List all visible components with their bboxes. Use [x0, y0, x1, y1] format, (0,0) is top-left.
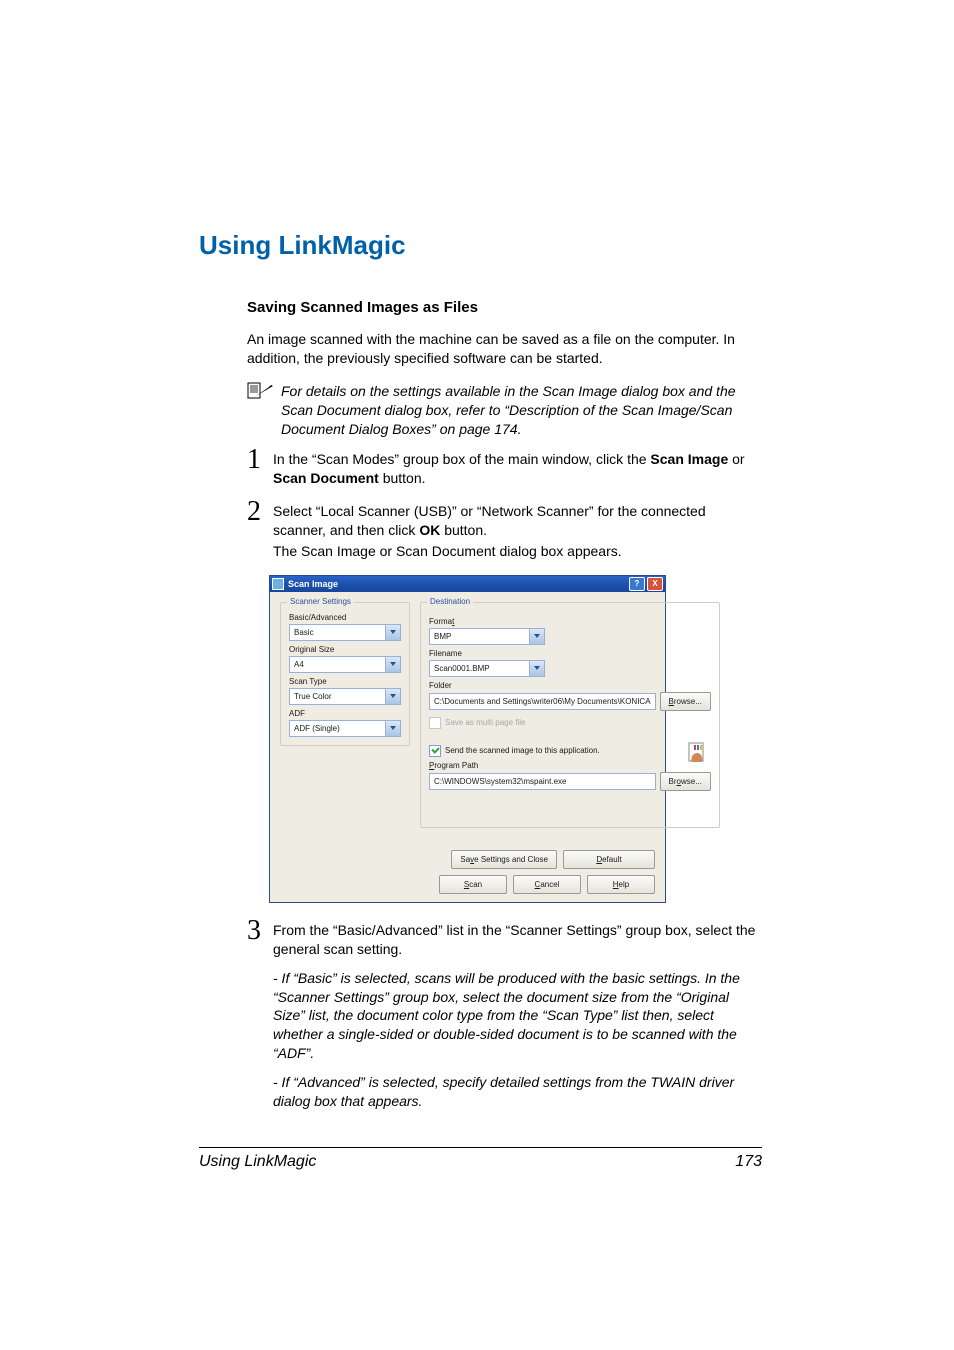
label-basic-advanced: Basic/Advanced [289, 613, 401, 622]
scan-type-combo[interactable]: True Color [289, 688, 401, 705]
dialog-close-button[interactable]: X [647, 577, 663, 591]
note: For details on the settings available in… [247, 382, 762, 439]
scanner-settings-group: Scanner Settings Basic/Advanced Basic Or… [280, 602, 410, 746]
chevron-down-icon [529, 661, 544, 676]
basic-advanced-combo[interactable]: Basic [289, 624, 401, 641]
label-folder: Folder [429, 681, 711, 690]
chevron-down-icon [385, 657, 400, 672]
label-scan-type: Scan Type [289, 677, 401, 686]
italic-text: - If “Basic” is selected, scans will be … [273, 969, 762, 1063]
combo-value: Scan0001.BMP [434, 664, 529, 673]
adf-combo[interactable]: ADF (Single) [289, 720, 401, 737]
combo-value: True Color [294, 692, 385, 701]
chevron-down-icon [529, 629, 544, 644]
step-2: 2 Select “Local Scanner (USB)” or “Netwo… [247, 502, 762, 563]
chevron-down-icon [385, 689, 400, 704]
dialog-help-button[interactable]: ? [629, 577, 645, 591]
program-path-input[interactable]: C:\WINDOWS\system32\mspaint.exe [429, 773, 656, 790]
help-button[interactable]: Help [587, 875, 655, 894]
page-heading: Using LinkMagic [199, 230, 762, 261]
page-number: 173 [735, 1153, 762, 1171]
note-text: For details on the settings available in… [279, 382, 762, 439]
browse-program-button[interactable]: Browse... [660, 772, 711, 791]
label-original-size: Original Size [289, 645, 401, 654]
dialog-screenshot: Scan Image ? X Scanner Settings Basic/Ad… [269, 575, 666, 903]
checkbox-label: Save as multi page file [445, 718, 526, 727]
send-to-app-checkbox[interactable]: Send the scanned image to this applicati… [429, 745, 685, 757]
dialog-title: Scan Image [288, 579, 627, 589]
text: or [728, 451, 744, 467]
label-filename: Filename [429, 649, 711, 658]
checkbox-label: Send the scanned image to this applicati… [445, 746, 600, 755]
combo-value: A4 [294, 660, 385, 669]
section-heading: Saving Scanned Images as Files [247, 299, 762, 316]
combo-value: Basic [294, 628, 385, 637]
group-title: Destination [427, 597, 473, 606]
bold-text: OK [419, 522, 440, 538]
page-footer: Using LinkMagic 173 [199, 1153, 762, 1171]
default-button[interactable]: Default [563, 850, 655, 869]
step-body: From the “Basic/Advanced” list in the “S… [273, 921, 762, 1121]
dialog-button-row-1: Save Settings and Close Default [280, 850, 655, 869]
mspaint-icon [685, 739, 711, 767]
label-adf: ADF [289, 709, 401, 718]
italic-text: - If “Advanced” is selected, specify det… [273, 1073, 762, 1111]
text: Select “Local Scanner (USB)” or “Network… [273, 503, 706, 538]
text: From the “Basic/Advanced” list in the “S… [273, 921, 762, 959]
dialog-app-icon [272, 578, 284, 590]
label-format: Format [429, 617, 711, 626]
label-program-path: Program Path [429, 761, 685, 770]
footer-text: Using LinkMagic [199, 1153, 316, 1171]
scan-button[interactable]: Scan [439, 875, 507, 894]
text: button. [440, 522, 487, 538]
filename-combo[interactable]: Scan0001.BMP [429, 660, 545, 677]
intro-paragraph: An image scanned with the machine can be… [247, 330, 762, 368]
combo-value: BMP [434, 632, 529, 641]
save-settings-close-button[interactable]: Save Settings and Close [451, 850, 557, 869]
text: The Scan Image or Scan Document dialog b… [273, 542, 762, 561]
chevron-down-icon [385, 625, 400, 640]
checkbox-icon [429, 745, 441, 757]
step-number: 1 [247, 446, 267, 474]
step-body: Select “Local Scanner (USB)” or “Network… [273, 502, 762, 563]
dialog-button-row-2: Scan Cancel Help [280, 875, 655, 894]
browse-folder-button[interactable]: Browse... [660, 692, 711, 711]
multi-page-checkbox: Save as multi page file [429, 717, 711, 729]
dialog-body: Scanner Settings Basic/Advanced Basic Or… [270, 592, 665, 902]
step-1: 1 In the “Scan Modes” group box of the m… [247, 450, 762, 490]
bold-text: Scan Document [273, 470, 379, 486]
checkbox-icon [429, 717, 441, 729]
dialog-titlebar: Scan Image ? X [270, 576, 665, 592]
chevron-down-icon [385, 721, 400, 736]
step-body: In the “Scan Modes” group box of the mai… [273, 450, 762, 490]
note-icon [247, 382, 279, 400]
bold-text: Scan Image [650, 451, 728, 467]
step-3: 3 From the “Basic/Advanced” list in the … [247, 921, 762, 1121]
cancel-button[interactable]: Cancel [513, 875, 581, 894]
destination-group: Destination Format BMP Filename Scan0001… [420, 602, 720, 828]
step-number: 3 [247, 917, 267, 945]
original-size-combo[interactable]: A4 [289, 656, 401, 673]
step-number: 2 [247, 498, 267, 526]
group-title: Scanner Settings [287, 597, 354, 606]
folder-input[interactable]: C:\Documents and Settings\writer06\My Do… [429, 693, 656, 710]
footer-divider [199, 1147, 762, 1148]
text: In the “Scan Modes” group box of the mai… [273, 451, 650, 467]
format-combo[interactable]: BMP [429, 628, 545, 645]
combo-value: ADF (Single) [294, 724, 385, 733]
text: button. [379, 470, 426, 486]
page-content: Using LinkMagic Saving Scanned Images as… [199, 230, 762, 1133]
